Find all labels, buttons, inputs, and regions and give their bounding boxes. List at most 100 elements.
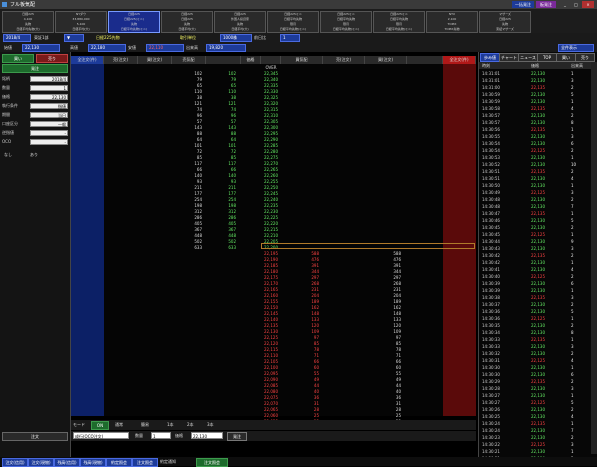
tick-volume: 6	[571, 141, 574, 146]
ticker-tab[interactable]: NTX 2,100 TOPIX TOPIX先物	[426, 11, 478, 33]
tick-time: 14:30:42	[482, 260, 500, 265]
order-field-input[interactable]: -	[30, 130, 68, 136]
ticker-extra: 日経平均先物(大)	[16, 27, 40, 31]
execute-button[interactable]: 発注	[2, 64, 68, 73]
board-order-button[interactable]: 板発注	[536, 1, 556, 8]
tick-row: 14:30:33 22,130 3	[479, 343, 591, 350]
tick-panel-tab[interactable]: 歩み値	[480, 53, 500, 62]
order-field-input[interactable]: 一般	[30, 121, 68, 127]
mode-three[interactable]: 3本	[207, 422, 214, 428]
tick-volume: 2	[571, 302, 574, 307]
fill-notify-checkbox[interactable]: 約定通知	[160, 459, 176, 465]
tick-time: 14:31:01	[482, 71, 500, 76]
tick-price: 22,135	[531, 253, 545, 258]
buy-button[interactable]: 買い	[2, 54, 34, 63]
ticker-tab[interactable]: 日経225ミニ 日経平均先物 限月 日経平均先物(ミニ)	[320, 11, 372, 33]
minimize-button[interactable]: _	[560, 1, 570, 8]
tick-time: 14:30:51	[482, 176, 500, 181]
quick-order-button[interactable]: 発注	[227, 432, 247, 441]
tick-price: 22,130	[531, 414, 545, 419]
title-bar: フル板気配 一括発注 板発注 _ □ ×	[0, 0, 597, 9]
tick-volume: 6	[571, 372, 574, 377]
order-field-label: 期間	[2, 112, 10, 117]
mode-on-toggle[interactable]: ON	[91, 421, 109, 430]
board-mode-bar: モード ON 通常 簡易 1本 2本 3本	[71, 420, 476, 430]
tick-panel: 歩み値 チャート ニュース TOP 買い 売り 時刻 価格 出来高 14:31:01 22,…	[478, 52, 597, 461]
tick-volume: 1	[571, 316, 574, 321]
tick-time: 14:30:23	[482, 435, 500, 440]
order-board: 全注文(件) 売(注文) 買(注文) 売気配 価格 買気配 売(注文) 買(注文) 全注文(件)…	[71, 56, 476, 430]
qty-input[interactable]: 1	[151, 432, 171, 439]
tick-time: 14:30:24	[482, 428, 500, 433]
order-type-select[interactable]: 成行(OCO注文)	[73, 432, 129, 439]
tick-row: 14:30:29 22,135 2	[479, 378, 591, 385]
tick-row: 14:30:45 22,130 2	[479, 224, 591, 231]
board-header-cell: 売気配	[172, 56, 206, 64]
tick-volume: 4	[571, 106, 574, 111]
tick-price: 22,130	[531, 386, 545, 391]
tick-row: 14:30:45 22,125 1	[479, 231, 591, 238]
tick-volume: 1	[571, 71, 574, 76]
tick-panel-tab[interactable]: チャート	[499, 53, 519, 62]
tick-time: 14:30:21	[482, 449, 500, 454]
ticker-tab[interactable]: マザーズ 日経225 先物 東証マザーズ	[479, 11, 531, 33]
qty-label: 数量	[135, 433, 143, 438]
tick-time: 14:30:44	[482, 239, 500, 244]
mode-two[interactable]: 2本	[187, 422, 194, 428]
tick-row: 14:30:37 22,130 2	[479, 301, 591, 308]
tick-panel-tab[interactable]: TOP	[537, 53, 557, 62]
symbol-code-box[interactable]: 2018/4	[3, 34, 31, 42]
tick-volume: 2	[571, 351, 574, 356]
ticker-tab[interactable]: 日経225ミニ 日経平均先物 限月 日経平均先物(ミニ)	[373, 11, 425, 33]
tick-scrollbar[interactable]	[591, 62, 597, 454]
low-label: 安値	[128, 45, 136, 50]
ticker-tab[interactable]: NYダウ 33,880,000 5,100 日経平均(大)	[55, 11, 107, 33]
ticker-tab[interactable]: 日経225 外国人投資家 先物 日経平均(大)	[214, 11, 266, 33]
order-field-input[interactable]: 22,130	[30, 94, 68, 100]
order-field-input[interactable]: 2018/4	[30, 76, 68, 82]
ticker-extra: 日経平均(大)	[231, 27, 249, 31]
tick-volume: 6	[571, 281, 574, 286]
tick-panel-tab[interactable]: ニュース	[518, 53, 538, 62]
tick-volume: 3	[571, 134, 574, 139]
ticker-tab[interactable]: 日経225 日経225(ミニ) 先物 日経平均先物(ミニ)	[108, 11, 160, 33]
order-field-input[interactable]: 当日	[30, 112, 68, 118]
ticker-tab[interactable]: 日経225 4,100 先物 日経平均先物(大)	[2, 11, 54, 33]
ticker-tab[interactable]: 日経225ミニ 日経平均先物 限月 日経平均先物(ミニ)	[267, 11, 319, 33]
volume-label: 出来高	[186, 45, 198, 50]
mode-normal[interactable]: 通常	[115, 422, 123, 428]
tick-volume: 3	[571, 295, 574, 300]
order-submit-button[interactable]: 注文	[2, 432, 68, 441]
sell-button[interactable]: 売り	[36, 54, 68, 63]
window-title: フル板気配	[10, 2, 36, 8]
tick-row: 14:30:57 22,130 2	[479, 112, 591, 119]
tick-volume: 1	[571, 393, 574, 398]
maximize-button[interactable]: □	[571, 1, 581, 8]
dropdown-icon[interactable]: ▼	[64, 34, 84, 42]
mode-one[interactable]: 1本	[167, 422, 174, 428]
ticker-tab[interactable]: 日経225 日経225 先物 日経平均(大)	[161, 11, 213, 33]
tick-time: 14:30:29	[482, 379, 500, 384]
tick-panel-tab[interactable]: 売り	[575, 53, 595, 62]
mode-simple[interactable]: 簡易	[141, 422, 149, 428]
tick-row: 14:30:57 22,130 8	[479, 119, 591, 126]
quick-order-bar: 成行(OCO注文) 数量 1 価格 22,130 発注	[71, 431, 476, 441]
order-field-input[interactable]: 1	[30, 85, 68, 91]
tick-header-volume: 出来高	[571, 63, 583, 68]
order-field-input[interactable]: -	[30, 139, 68, 145]
tick-panel-tab[interactable]: 買い	[556, 53, 576, 62]
tick-price: 22,130	[531, 344, 545, 349]
bulk-order-button[interactable]: 一括発注	[512, 1, 534, 8]
filter-select[interactable]: 全件表示	[558, 44, 594, 52]
radio-yes[interactable]: あり	[30, 152, 38, 158]
close-button[interactable]: ×	[582, 1, 594, 8]
tick-time: 14:30:53	[482, 155, 500, 160]
tick-time: 14:30:56	[482, 127, 500, 132]
order-field-input[interactable]: 指値	[30, 103, 68, 109]
tick-price: 22,130	[531, 113, 545, 118]
order-field-row: 銘柄 2018/4	[2, 76, 68, 83]
tick-volume: 1	[571, 449, 574, 454]
board-header: 全注文(件) 売(注文) 買(注文) 売気配 価格 買気配 売(注文) 買(注文) 全注文(件)	[71, 56, 476, 64]
price-input[interactable]: 22,130	[191, 432, 223, 439]
radio-none[interactable]: なし	[4, 152, 12, 158]
